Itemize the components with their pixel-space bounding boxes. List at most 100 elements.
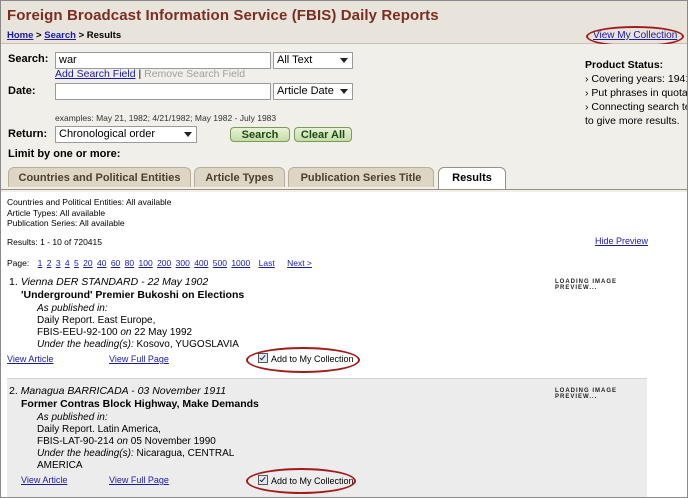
view-full-page-link[interactable]: View Full Page xyxy=(109,475,169,485)
product-status-item: › Put phrases in quota xyxy=(585,87,688,99)
search-scope-value: All Text xyxy=(277,54,313,66)
breadcrumb-current: Results xyxy=(86,30,122,41)
page-link[interactable]: 20 xyxy=(83,258,92,268)
page-link[interactable]: 1000 xyxy=(231,258,250,268)
loading-image-preview: LOADING IMAGE PREVIEW... xyxy=(555,279,617,291)
link-divider: | xyxy=(138,68,142,80)
page-link[interactable]: 3 xyxy=(56,258,61,268)
page-link[interactable]: 1 xyxy=(38,258,43,268)
view-article-link[interactable]: View Article xyxy=(21,475,67,485)
pagination-label: Page: xyxy=(7,258,30,268)
filter-article-types: Article Types: All available xyxy=(7,207,106,218)
breadcrumb-home-link[interactable]: Home xyxy=(7,30,33,41)
breadcrumb: Home > Search > Results xyxy=(7,30,121,41)
breadcrumb-search-link[interactable]: Search xyxy=(44,30,76,41)
tab-countries[interactable]: Countries and Political Entities xyxy=(8,167,191,187)
last-page-link[interactable]: Last xyxy=(259,258,275,268)
result-number: 2. xyxy=(9,385,18,397)
chevron-down-icon xyxy=(340,58,348,63)
breadcrumb-separator: > xyxy=(36,30,42,41)
search-scope-select[interactable]: All Text xyxy=(273,52,353,69)
heading-value: Nicaragua, CENTRAL xyxy=(136,448,235,459)
pagination: Page: 1 2 3 4 5 20 40 60 80 100 200 300 … xyxy=(7,258,314,268)
tab-results[interactable]: Results xyxy=(438,167,506,190)
view-full-page-link[interactable]: View Full Page xyxy=(109,354,169,364)
limit-label: Limit by one or more: xyxy=(8,148,121,160)
loading-image-preview: LOADING IMAGE PREVIEW... xyxy=(555,388,617,400)
publication-id-value: FBIS-LAT-90-214 xyxy=(37,436,115,447)
date-label: Date: xyxy=(8,85,36,97)
page-link[interactable]: 4 xyxy=(65,258,70,268)
page-link[interactable]: 2 xyxy=(47,258,52,268)
highlight-oval xyxy=(246,468,356,494)
page-link[interactable]: 80 xyxy=(125,258,134,268)
result-headline[interactable]: Former Contras Block Highway, Make Deman… xyxy=(21,398,259,410)
result-number: 1. xyxy=(9,276,18,288)
filter-countries: Countries and Political Entities: All av… xyxy=(7,197,172,207)
publication-date: 05 November 1990 xyxy=(130,436,216,447)
next-page-link[interactable]: Next > xyxy=(287,258,312,268)
browser-frame: Foreign Broadcast Information Service (F… xyxy=(0,0,688,498)
result-source-text: Vienna DER STANDARD - 22 May 1902 xyxy=(20,276,209,288)
result-source: 2. Managua BARRICADA - 03 November 1911 xyxy=(9,385,226,397)
search-label: Search: xyxy=(8,53,49,65)
product-status-item: › Connecting search te xyxy=(585,101,688,113)
tab-publication-series[interactable]: Publication Series Title xyxy=(288,167,434,187)
result-source: 1. Vienna DER STANDARD - 22 May 1902 xyxy=(9,276,208,288)
page-link[interactable]: 200 xyxy=(157,258,171,268)
result-source-text: Managua BARRICADA - 03 November 1911 xyxy=(20,385,227,397)
return-order-value: Chronological order xyxy=(59,128,155,140)
date-input[interactable] xyxy=(55,83,271,100)
heading-value-continued: AMERICA xyxy=(37,460,83,471)
publication-id: FBIS-EEU-92-100 on 22 May 1992 xyxy=(37,327,192,338)
filter-summary: Countries and Political Entities: All av… xyxy=(7,197,171,229)
heading-label: Under the heading(s): xyxy=(37,339,134,350)
filter-publication-series: Publication Series: All available xyxy=(7,218,125,228)
remove-search-field-link: Remove Search Field xyxy=(144,68,246,80)
heading-value: Kosovo, YUGOSLAVIA xyxy=(136,339,239,350)
page-title: Foreign Broadcast Information Service (F… xyxy=(7,7,439,24)
tab-divider xyxy=(1,189,687,190)
on-label: on xyxy=(116,436,128,447)
product-status-item: to give more results. xyxy=(585,115,680,127)
tab-article-types[interactable]: Article Types xyxy=(194,167,285,187)
page-link[interactable]: 300 xyxy=(176,258,190,268)
product-status: Product Status: › Covering years: 1941 ›… xyxy=(585,58,688,128)
product-status-heading: Product Status: xyxy=(585,59,664,71)
view-article-link[interactable]: View Article xyxy=(7,354,53,364)
return-order-select[interactable]: Chronological order xyxy=(55,126,197,143)
page-link[interactable]: 5 xyxy=(74,258,79,268)
page-link[interactable]: 400 xyxy=(194,258,208,268)
heading-label: Under the heading(s): xyxy=(37,448,134,459)
date-type-select[interactable]: Article Date xyxy=(273,83,353,100)
publication-date: 22 May 1992 xyxy=(134,327,193,338)
publication-id: FBIS-LAT-90-214 on 05 November 1990 xyxy=(37,436,216,447)
as-published-label: As published in: xyxy=(37,303,108,314)
heading-line: Under the heading(s): Kosovo, YUGOSLAVIA xyxy=(37,339,239,350)
result-headline[interactable]: 'Underground' Premier Bukoshi on Electio… xyxy=(21,289,244,301)
clear-all-button[interactable]: Clear All xyxy=(294,127,352,142)
product-status-item: › Covering years: 1941 xyxy=(585,73,688,85)
add-search-field-link[interactable]: Add Search Field xyxy=(55,68,136,80)
page-link[interactable]: 500 xyxy=(213,258,227,268)
heading-line: Under the heading(s): Nicaragua, CENTRAL xyxy=(37,448,234,459)
publication-series: Daily Report. Latin America, xyxy=(37,424,161,435)
hide-preview-link[interactable]: Hide Preview xyxy=(595,236,648,246)
limit-tabs: Countries and Political Entities Article… xyxy=(1,167,687,190)
page-link[interactable]: 60 xyxy=(111,258,120,268)
chevron-down-icon xyxy=(340,89,348,94)
chevron-down-icon xyxy=(184,132,192,137)
highlight-oval xyxy=(246,347,360,373)
search-button[interactable]: Search xyxy=(230,127,290,142)
search-field-controls: Add Search Field | Remove Search Field xyxy=(55,68,245,80)
on-label: on xyxy=(120,327,132,338)
date-examples: examples: May 21, 1982; 4/21/1982; May 1… xyxy=(55,113,277,123)
publication-series: Daily Report. East Europe, xyxy=(37,315,156,326)
as-published-label: As published in: xyxy=(37,412,108,423)
results-count: Results: 1 - 10 of 720415 xyxy=(7,237,102,247)
breadcrumb-separator: > xyxy=(78,30,85,41)
search-input[interactable]: war xyxy=(55,52,271,69)
publication-id-value: FBIS-EEU-92-100 xyxy=(37,327,118,338)
page-link[interactable]: 100 xyxy=(139,258,153,268)
page-link[interactable]: 40 xyxy=(97,258,106,268)
